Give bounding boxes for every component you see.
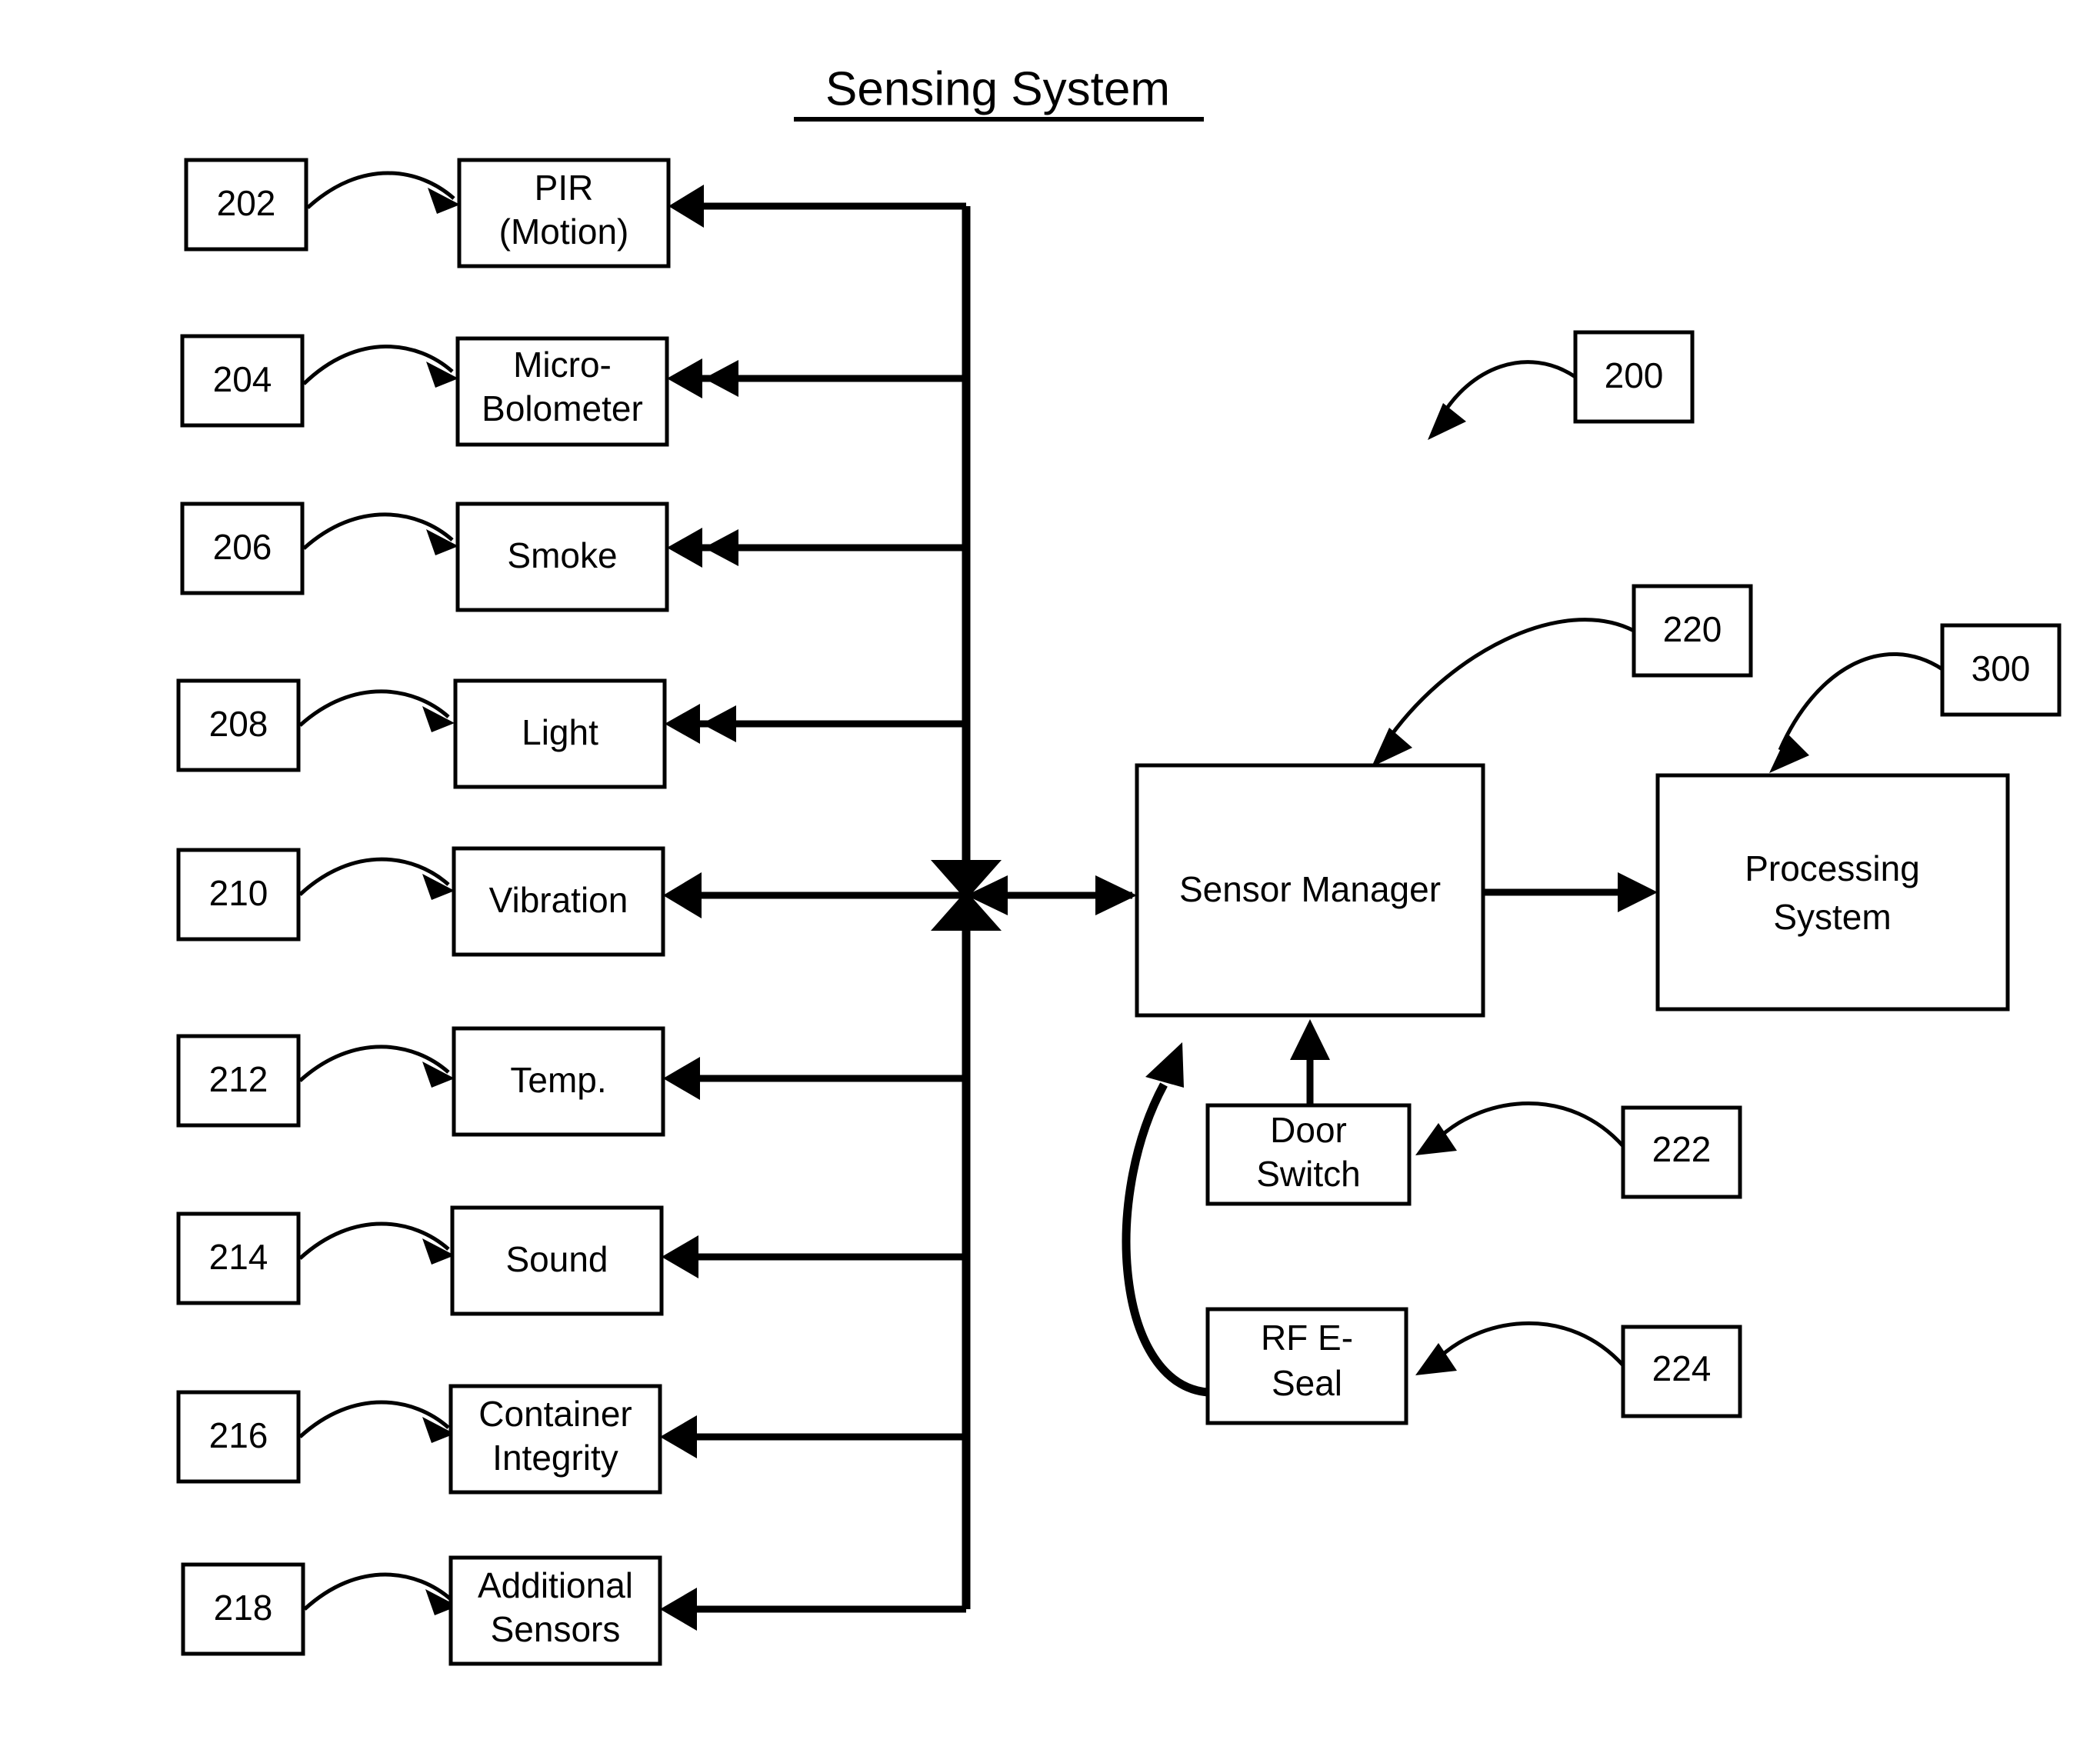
ref-label-208: 208	[209, 704, 268, 744]
sensor-label-vibration-line1: Vibration	[489, 880, 628, 920]
ref-callout-300: 300	[1769, 623, 2062, 773]
sensor-manager-label: Sensor Manager	[1179, 869, 1441, 909]
processing-system-box	[1655, 773, 2010, 1011]
bus-arrowhead-204-inner	[667, 358, 702, 398]
sensor-row-210: 210 Vibration	[176, 846, 966, 957]
bus-arrowhead-218	[660, 1588, 697, 1631]
sensor-manager-to-processing-link	[1483, 872, 1658, 912]
sensor-label-pir-line1: PIR	[535, 168, 594, 208]
sensor-label-smoke-line1: Smoke	[507, 535, 617, 575]
block-rf-e-seal: RF E- Seal	[1122, 1042, 1408, 1425]
sensor-label-pir-line2: (Motion)	[499, 212, 629, 252]
sensor-label-temp-line1: Temp.	[510, 1060, 606, 1100]
sensor-row-204: 204 Micro- Bolometer	[180, 334, 966, 447]
sensor-label-additional-sensors-line1: Additional	[478, 1565, 633, 1605]
diagram-title: Sensing System	[794, 62, 1204, 122]
lead-arrowhead-300	[1769, 734, 1809, 773]
block-sensor-manager: Sensor Manager	[1135, 763, 1485, 1018]
bus-arrowhead-208-inner	[665, 704, 700, 744]
sensor-row-206: 206 Smoke	[180, 502, 966, 612]
lead-curve-222	[1438, 1101, 1625, 1148]
door-switch-label-line2: Switch	[1256, 1154, 1360, 1194]
lead-curve-200	[1438, 360, 1577, 421]
ref-callout-224: 224	[1415, 1321, 1742, 1418]
processing-system-label-line1: Processing	[1745, 848, 1920, 888]
ref-label-206: 206	[213, 527, 272, 567]
sensor-label-microbolometer-line1: Micro-	[513, 345, 612, 385]
bus-arrowhead-206-inner	[667, 528, 702, 568]
sensor-label-light-line1: Light	[522, 712, 598, 752]
door-switch-link-arrowhead	[1290, 1019, 1330, 1060]
lead-curve-224	[1438, 1321, 1625, 1367]
lead-curve-220	[1382, 618, 1635, 746]
ref-label-200: 200	[1605, 355, 1664, 395]
ref-label-222: 222	[1652, 1129, 1712, 1169]
sensing-system-diagram: Sensing System 202 PIR (Motion) 204 Micr…	[0, 0, 2100, 1753]
ref-label-202: 202	[217, 183, 276, 223]
ref-label-210: 210	[209, 873, 268, 913]
bus-arrowhead-210	[663, 872, 702, 918]
sensor-row-216: 216 Container Integrity	[176, 1384, 966, 1495]
block-door-switch: Door Switch	[1205, 1019, 1412, 1206]
sensor-label-additional-sensors-line2: Sensors	[491, 1609, 621, 1649]
bus-arrowhead-212	[663, 1057, 700, 1100]
ref-label-212: 212	[209, 1059, 268, 1099]
bus-arrowhead-204-outer	[704, 360, 738, 397]
page-title: Sensing System	[825, 62, 1170, 115]
ref-label-300: 300	[1972, 648, 2031, 688]
ref-callout-200: 200	[1428, 330, 1695, 440]
bus-arrowhead-208-outer	[702, 705, 736, 742]
diagram-canvas: Sensing System 202 PIR (Motion) 204 Micr…	[176, 62, 2062, 1666]
bus-arrowhead-216	[660, 1415, 697, 1458]
sensor-row-214: 214 Sound	[176, 1205, 966, 1316]
processing-link-arrowhead	[1618, 872, 1658, 912]
sensor-label-microbolometer-line2: Bolometer	[482, 388, 643, 428]
ref-label-224: 224	[1652, 1348, 1712, 1388]
rf-e-seal-label-line2: Seal	[1272, 1363, 1342, 1403]
sensor-manager-link-arrowhead-right	[1095, 875, 1137, 915]
sensor-row-218: 218 Additional Sensors	[181, 1555, 966, 1666]
rf-e-seal-link-arrowhead	[1145, 1042, 1184, 1088]
lead-curve-300	[1778, 652, 1944, 752]
lead-arrowhead-200	[1428, 403, 1466, 440]
sensor-label-container-integrity-line2: Integrity	[492, 1438, 618, 1478]
rf-e-seal-link-curve	[1122, 1082, 1208, 1397]
ref-label-216: 216	[209, 1415, 268, 1455]
sensor-row-208: 208 Light	[176, 678, 966, 789]
ref-callout-220: 220	[1372, 584, 1753, 767]
sensor-label-container-integrity-line1: Container	[478, 1394, 632, 1434]
ref-callout-222: 222	[1415, 1101, 1742, 1199]
ref-label-220: 220	[1663, 609, 1722, 649]
door-switch-label-line1: Door	[1270, 1110, 1347, 1150]
block-processing-system: Processing System	[1655, 773, 2010, 1011]
ref-label-218: 218	[214, 1588, 273, 1628]
sensor-label-sound-line1: Sound	[505, 1239, 608, 1279]
ref-label-204: 204	[213, 359, 272, 399]
bus-arrowhead-202	[668, 185, 704, 228]
lead-arrowhead-220	[1372, 728, 1412, 767]
bus-arrowhead-214	[662, 1235, 698, 1278]
rf-e-seal-label-line1: RF E-	[1261, 1318, 1353, 1358]
processing-system-label-line2: System	[1773, 897, 1891, 937]
sensor-row-202: 202 PIR (Motion)	[184, 158, 966, 268]
sensor-row-212: 212 Temp.	[176, 1026, 966, 1137]
ref-label-214: 214	[209, 1237, 268, 1277]
bus-arrowhead-206-outer	[704, 529, 738, 566]
